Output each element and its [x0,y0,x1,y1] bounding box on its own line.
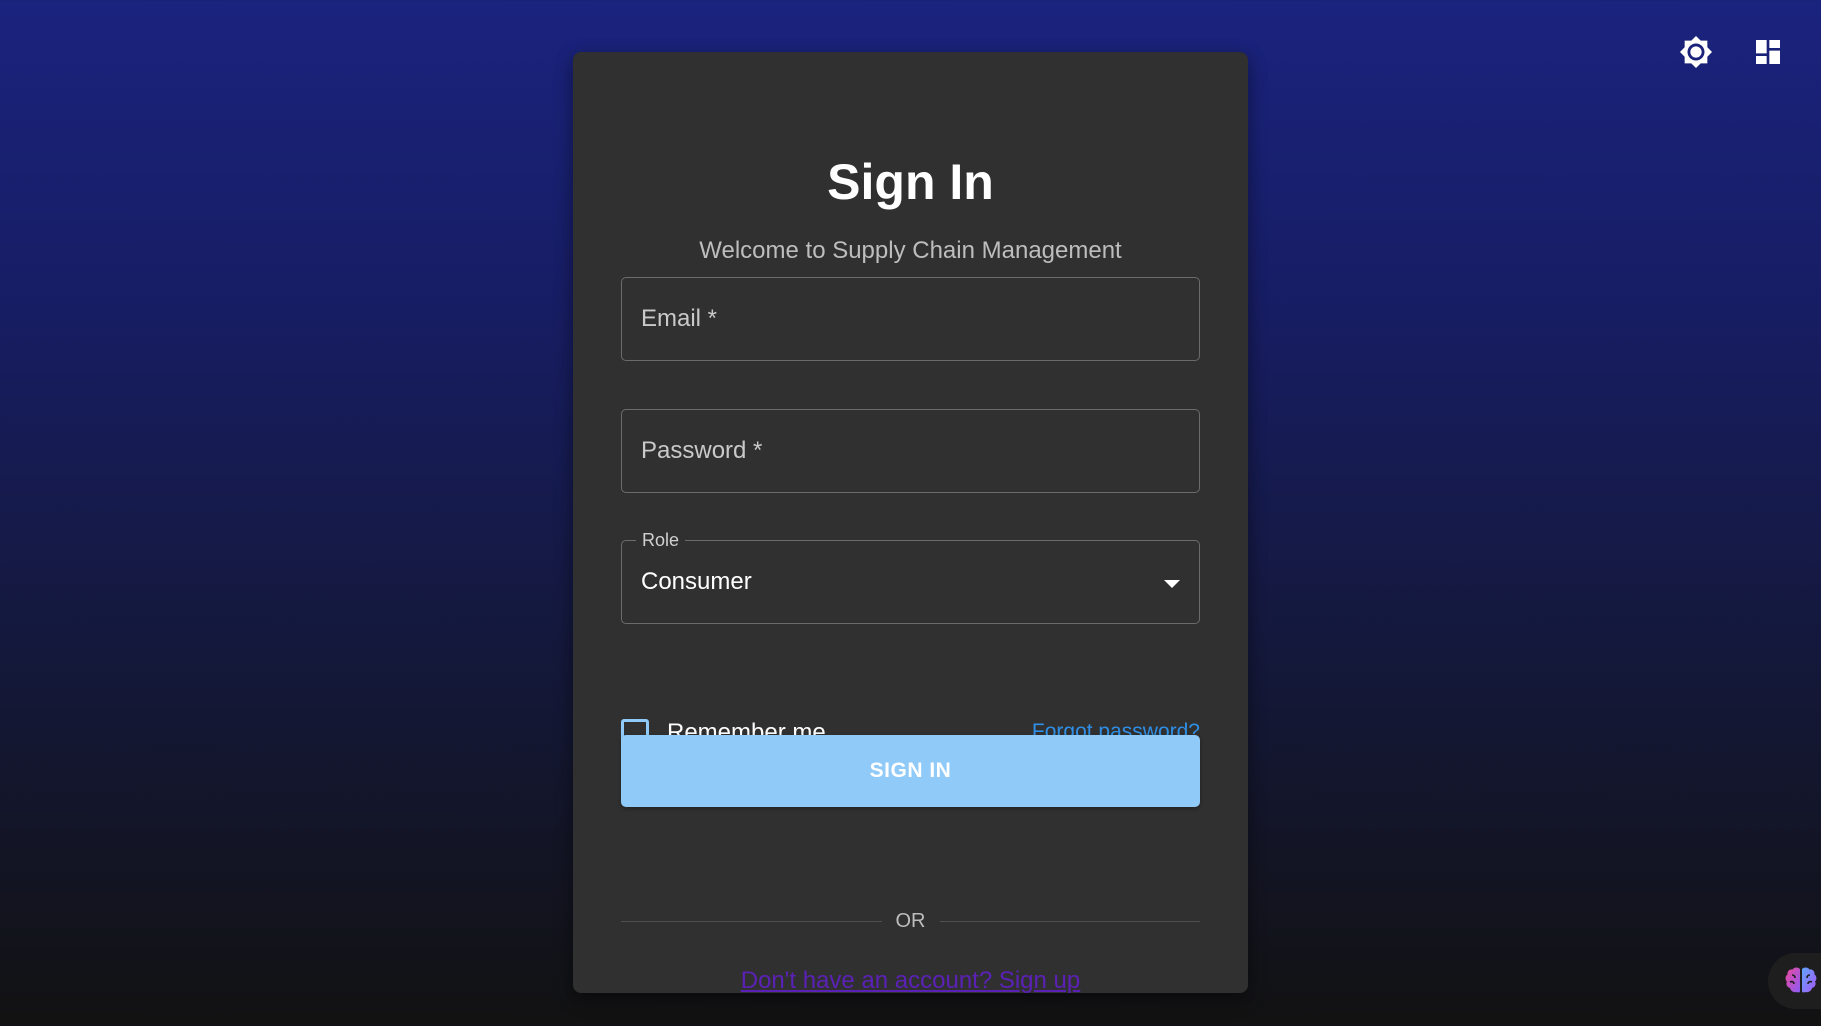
password-field[interactable]: Password * [621,409,1200,493]
role-selected-value: Consumer [641,568,752,595]
email-field[interactable]: Email * [621,277,1200,361]
email-input[interactable] [622,278,1199,360]
divider-line-left [621,921,882,922]
dashboard-icon [1756,40,1780,64]
sign-in-button[interactable]: SIGN IN [621,735,1200,807]
brightness-toggle-button[interactable] [1677,33,1715,71]
sign-in-card: Sign In Welcome to Supply Chain Manageme… [573,52,1248,995]
dropdown-arrow-icon [1164,580,1180,588]
divider-line-right [939,921,1200,922]
welcome-subtitle: Welcome to Supply Chain Management [699,237,1122,264]
signup-container: Don't have an account? Sign up [573,967,1248,995]
page-title: Sign In [827,154,994,210]
ai-assistant-button[interactable] [1768,953,1821,1009]
divider-label: OR [895,910,926,932]
password-input[interactable] [622,410,1199,492]
brightness-icon [1679,35,1713,69]
role-select[interactable]: Role Consumer [621,530,1200,624]
sign-up-link[interactable]: Don't have an account? Sign up [741,967,1081,994]
or-divider: OR [621,910,1200,933]
dashboard-button[interactable] [1749,33,1787,71]
brain-icon [1785,967,1817,993]
